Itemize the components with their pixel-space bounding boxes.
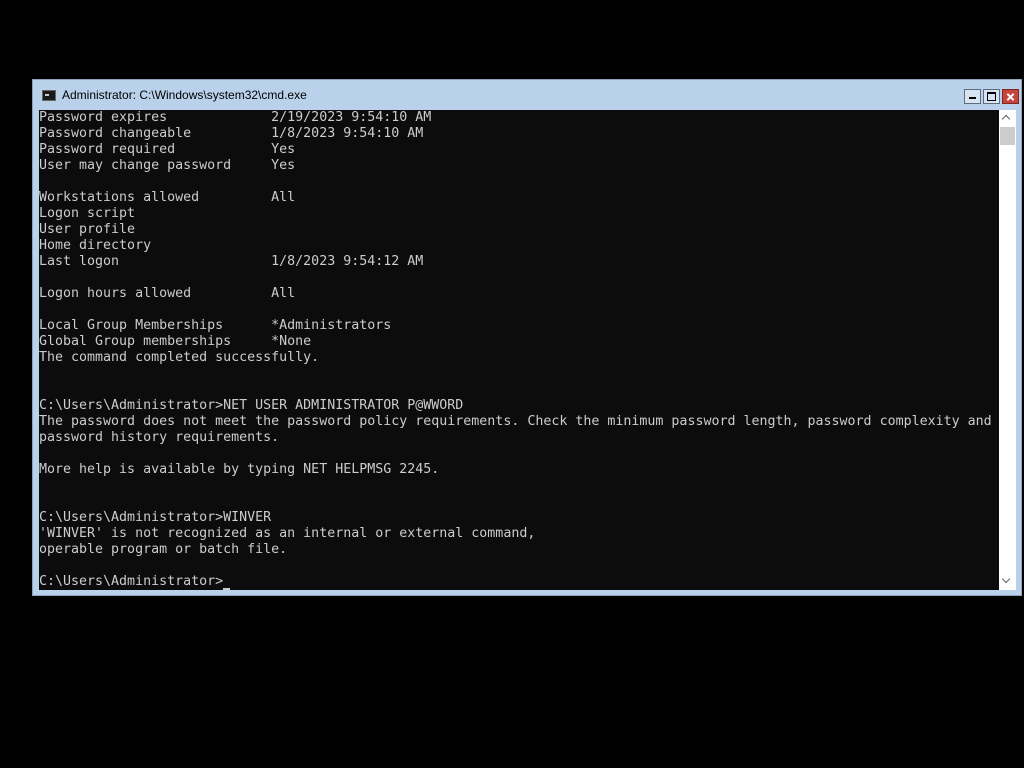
command-prompt-line[interactable]: C:\Users\Administrator> [39,574,999,590]
minimize-icon[interactable] [964,89,981,104]
console-line: operable program or batch file. [39,542,288,557]
title-bar[interactable]: Administrator: C:\Windows\system32\cmd.e… [33,80,1021,110]
maximize-icon[interactable] [983,89,1000,104]
scroll-up-arrow-icon[interactable] [999,110,1016,127]
cmd-window[interactable]: Administrator: C:\Windows\system32\cmd.e… [32,79,1022,596]
console-line: Logon script [39,206,136,221]
console-line: Logon hours allowed All [39,286,296,301]
command-prompt: C:\Users\Administrator> [39,574,224,589]
scrollbar-thumb[interactable] [1000,127,1015,145]
console-line: C:\Users\Administrator>WINVER [39,510,272,525]
window-title: Administrator: C:\Windows\system32\cmd.e… [62,88,307,102]
console-line: Password expires 2/19/2023 9:54:10 AM [39,110,432,125]
console-text: Password expires 2/19/2023 9:54:10 AM Pas… [39,110,999,590]
console-line: User profile [39,222,136,237]
console-output[interactable]: Password expires 2/19/2023 9:54:10 AM Pas… [39,110,999,590]
console-line: Last logon 1/8/2023 9:54:12 AM [39,254,424,269]
console-line: The password does not meet the password … [39,414,992,429]
console-line: User may change password Yes [39,158,296,173]
text-cursor [223,588,231,590]
console-line: C:\Users\Administrator>NET USER ADMINIST… [39,398,464,413]
console-line: Home directory [39,238,152,253]
console-line: The command completed successfully. [39,350,320,365]
scroll-down-arrow-icon[interactable] [999,573,1016,590]
console-line: password history requirements. [39,430,280,445]
console-line: Local Group Memberships *Administrators [39,318,392,333]
console-line: Password changeable 1/8/2023 9:54:10 AM [39,126,424,141]
console-line: More help is available by typing NET HEL… [39,462,440,477]
window-controls [964,89,1019,104]
console-line: Password required Yes [39,142,296,157]
cmd-app-icon[interactable] [42,89,56,101]
console-line: Global Group memberships *None [39,334,312,349]
close-icon[interactable] [1002,89,1019,104]
console-line: Workstations allowed All [39,190,296,205]
vertical-scrollbar[interactable] [999,110,1016,590]
console-line: 'WINVER' is not recognized as an interna… [39,526,536,541]
